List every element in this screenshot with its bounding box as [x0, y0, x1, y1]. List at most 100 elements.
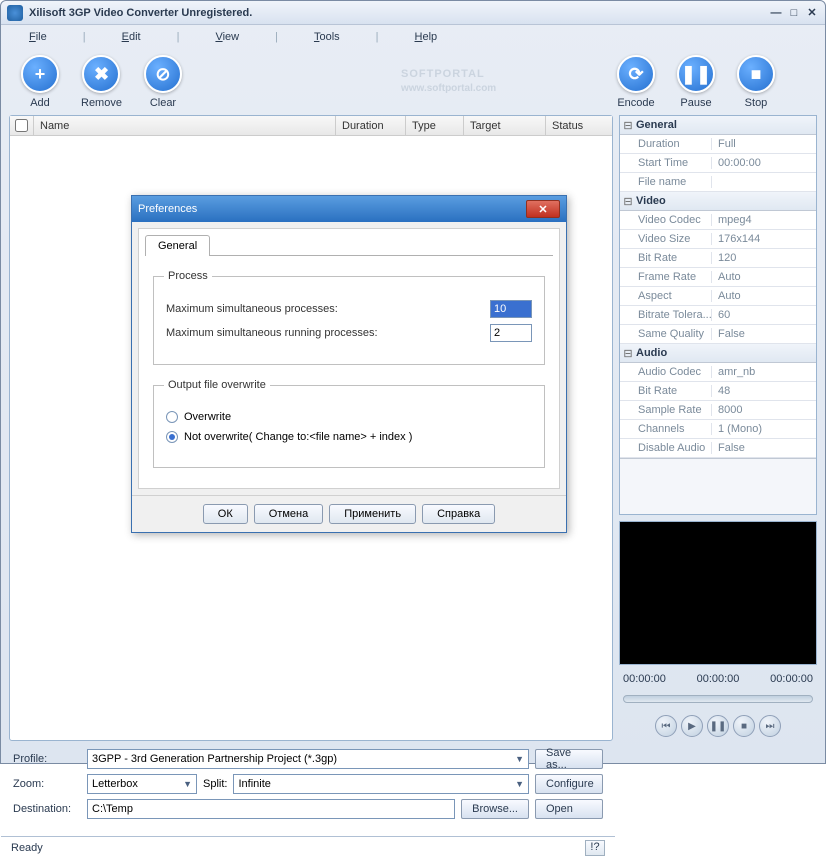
overwrite-fieldset: Output file overwrite Overwrite Not over… — [153, 379, 545, 468]
next-button[interactable]: ⏭ — [759, 715, 781, 737]
column-type[interactable]: Type — [406, 116, 464, 135]
not-overwrite-label: Not overwrite( Change to:<file name> + i… — [184, 431, 412, 443]
prev-button[interactable]: ⏮ — [655, 715, 677, 737]
prop-row[interactable]: Bitrate Tolera...60 — [620, 306, 816, 325]
prop-row[interactable]: Audio Codecamr_nb — [620, 363, 816, 382]
prop-row[interactable]: Bit Rate48 — [620, 382, 816, 401]
prop-group-video[interactable]: ⊟Video — [620, 192, 816, 211]
radio-icon[interactable] — [166, 411, 178, 423]
ok-button[interactable]: ОК — [203, 504, 248, 524]
menu-edit[interactable]: Edit — [114, 29, 149, 45]
column-name[interactable]: Name — [34, 116, 336, 135]
zoom-label: Zoom: — [13, 778, 81, 790]
prop-row[interactable]: Same QualityFalse — [620, 325, 816, 344]
prop-row[interactable]: AspectAuto — [620, 287, 816, 306]
overwrite-legend: Output file overwrite — [164, 379, 270, 391]
prop-group-general[interactable]: ⊟General — [620, 116, 816, 135]
encode-button[interactable]: ⟳Encode — [617, 55, 655, 109]
prop-row[interactable]: Video Codecmpeg4 — [620, 211, 816, 230]
cancel-button[interactable]: Отмена — [254, 504, 323, 524]
column-target[interactable]: Target — [464, 116, 546, 135]
play-button[interactable]: ▶ — [681, 715, 703, 737]
preferences-dialog: Preferences ✕ General Process Maximum si… — [131, 195, 567, 533]
prop-row[interactable]: Video Size176x144 — [620, 230, 816, 249]
statusbar: Ready !? — [1, 836, 615, 858]
add-button[interactable]: +Add — [21, 55, 59, 109]
app-icon — [7, 5, 23, 21]
radio-icon[interactable] — [166, 431, 178, 443]
menu-file[interactable]: File — [21, 29, 55, 45]
property-description — [620, 458, 816, 515]
chevron-down-icon: ▼ — [183, 779, 192, 789]
pause-preview-button[interactable]: ❚❚ — [707, 715, 729, 737]
prop-row[interactable]: DurationFull — [620, 135, 816, 154]
max-sim-input[interactable] — [490, 300, 532, 318]
pause-button[interactable]: ❚❚Pause — [677, 55, 715, 109]
titlebar: Xilisoft 3GP Video Converter Unregistere… — [1, 1, 825, 25]
not-overwrite-radio-row[interactable]: Not overwrite( Change to:<file name> + i… — [166, 431, 532, 443]
stop-button[interactable]: ■Stop — [737, 55, 775, 109]
column-headers: Name Duration Type Target Status — [10, 116, 612, 136]
split-combo[interactable]: Infinite▼ — [233, 774, 529, 794]
close-button[interactable]: ✕ — [805, 6, 819, 20]
tab-strip: General — [145, 235, 553, 256]
configure-button[interactable]: Configure — [535, 774, 603, 794]
maximize-button[interactable]: □ — [787, 6, 801, 20]
prop-row[interactable]: Sample Rate8000 — [620, 401, 816, 420]
preview-controls: ⏮ ▶ ❚❚ ■ ⏭ — [619, 711, 817, 741]
prop-group-audio[interactable]: ⊟Audio — [620, 344, 816, 363]
menu-view[interactable]: View — [207, 29, 247, 45]
browse-button[interactable]: Browse... — [461, 799, 529, 819]
tab-general[interactable]: General — [145, 235, 210, 256]
destination-input[interactable]: C:\Temp — [87, 799, 455, 819]
collapse-icon[interactable]: ⊟ — [620, 195, 636, 208]
time-middle: 00:00:00 — [697, 673, 740, 685]
split-label: Split: — [203, 778, 227, 790]
saveas-button[interactable]: Save as... — [535, 749, 603, 769]
help-button[interactable]: !? — [585, 840, 605, 856]
collapse-icon[interactable]: ⊟ — [620, 347, 636, 360]
preview-slider[interactable] — [623, 695, 813, 703]
preview-area — [619, 521, 817, 665]
prop-row[interactable]: Channels1 (Mono) — [620, 420, 816, 439]
zoom-combo[interactable]: Letterbox▼ — [87, 774, 197, 794]
prop-row[interactable]: Start Time00:00:00 — [620, 154, 816, 173]
select-all-checkbox[interactable] — [15, 119, 28, 132]
help-dialog-button[interactable]: Справка — [422, 504, 495, 524]
clear-icon: ⊘ — [144, 55, 182, 93]
menubar: File| Edit| View| Tools| Help — [1, 25, 825, 49]
clear-button[interactable]: ⊘Clear — [144, 55, 182, 109]
max-sim-label: Maximum simultaneous processes: — [166, 303, 478, 315]
max-run-input[interactable] — [490, 324, 532, 342]
profile-combo[interactable]: 3GPP - 3rd Generation Partnership Projec… — [87, 749, 529, 769]
minimize-button[interactable]: — — [769, 6, 783, 20]
status-text: Ready — [11, 842, 43, 854]
open-button[interactable]: Open — [535, 799, 603, 819]
collapse-icon[interactable]: ⊟ — [620, 119, 636, 132]
overwrite-label: Overwrite — [184, 411, 231, 423]
column-duration[interactable]: Duration — [336, 116, 406, 135]
menu-help[interactable]: Help — [407, 29, 446, 45]
toolbar: +Add ✖Remove ⊘Clear ⟳Encode ❚❚Pause ■Sto… — [1, 49, 825, 115]
column-status[interactable]: Status — [546, 116, 612, 135]
main-window: Xilisoft 3GP Video Converter Unregistere… — [0, 0, 826, 764]
prop-row[interactable]: File name — [620, 173, 816, 192]
prop-row[interactable]: Bit Rate120 — [620, 249, 816, 268]
apply-button[interactable]: Применить — [329, 504, 416, 524]
destination-label: Destination: — [13, 803, 81, 815]
preview-timecodes: 00:00:00 00:00:00 00:00:00 — [619, 671, 817, 687]
menu-tools[interactable]: Tools — [306, 29, 348, 45]
remove-button[interactable]: ✖Remove — [81, 55, 122, 109]
plus-icon: + — [21, 55, 59, 93]
dialog-title: Preferences — [138, 203, 526, 215]
column-checkbox[interactable] — [10, 116, 34, 135]
profile-label: Profile: — [13, 753, 81, 765]
overwrite-radio-row[interactable]: Overwrite — [166, 411, 532, 423]
dialog-buttons: ОК Отмена Применить Справка — [132, 495, 566, 532]
stop-preview-button[interactable]: ■ — [733, 715, 755, 737]
prop-row[interactable]: Frame RateAuto — [620, 268, 816, 287]
prop-row[interactable]: Disable AudioFalse — [620, 439, 816, 458]
bottom-panel: Profile: 3GPP - 3rd Generation Partnersh… — [1, 741, 615, 832]
dialog-titlebar[interactable]: Preferences ✕ — [132, 196, 566, 222]
dialog-close-button[interactable]: ✕ — [526, 200, 560, 218]
